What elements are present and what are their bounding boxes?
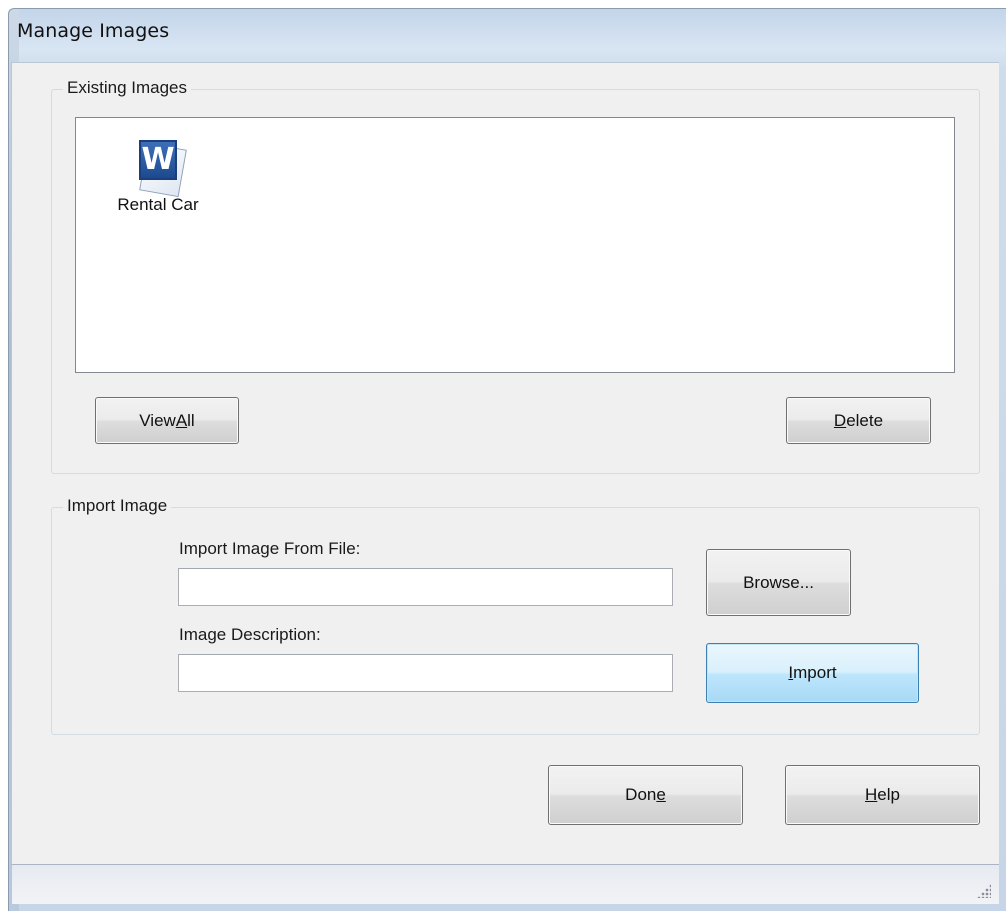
image-description-input[interactable] (178, 654, 673, 692)
word-document-icon: W (129, 138, 187, 198)
existing-images-list[interactable]: W Rental Car (75, 117, 955, 373)
view-all-button[interactable]: View All (95, 397, 239, 444)
delete-button[interactable]: Delete (786, 397, 931, 444)
browse-button[interactable]: Browse... (706, 549, 851, 616)
done-button[interactable]: Don e (548, 765, 743, 825)
image-list-item-label: Rental Car (117, 195, 199, 214)
help-button[interactable]: Help (785, 765, 980, 825)
image-description-label: Image Description: (179, 625, 321, 644)
window-title: Manage Images (17, 20, 170, 42)
existing-images-group-label: Existing Images (63, 78, 191, 98)
status-bar (11, 864, 999, 904)
resize-grip-icon[interactable] (977, 884, 991, 898)
import-file-input[interactable] (178, 568, 673, 606)
image-list-item[interactable]: W Rental Car (103, 138, 213, 215)
import-file-label: Import Image From File: (179, 539, 361, 558)
import-button[interactable]: Import (706, 643, 919, 703)
import-image-group-label: Import Image (63, 496, 172, 516)
